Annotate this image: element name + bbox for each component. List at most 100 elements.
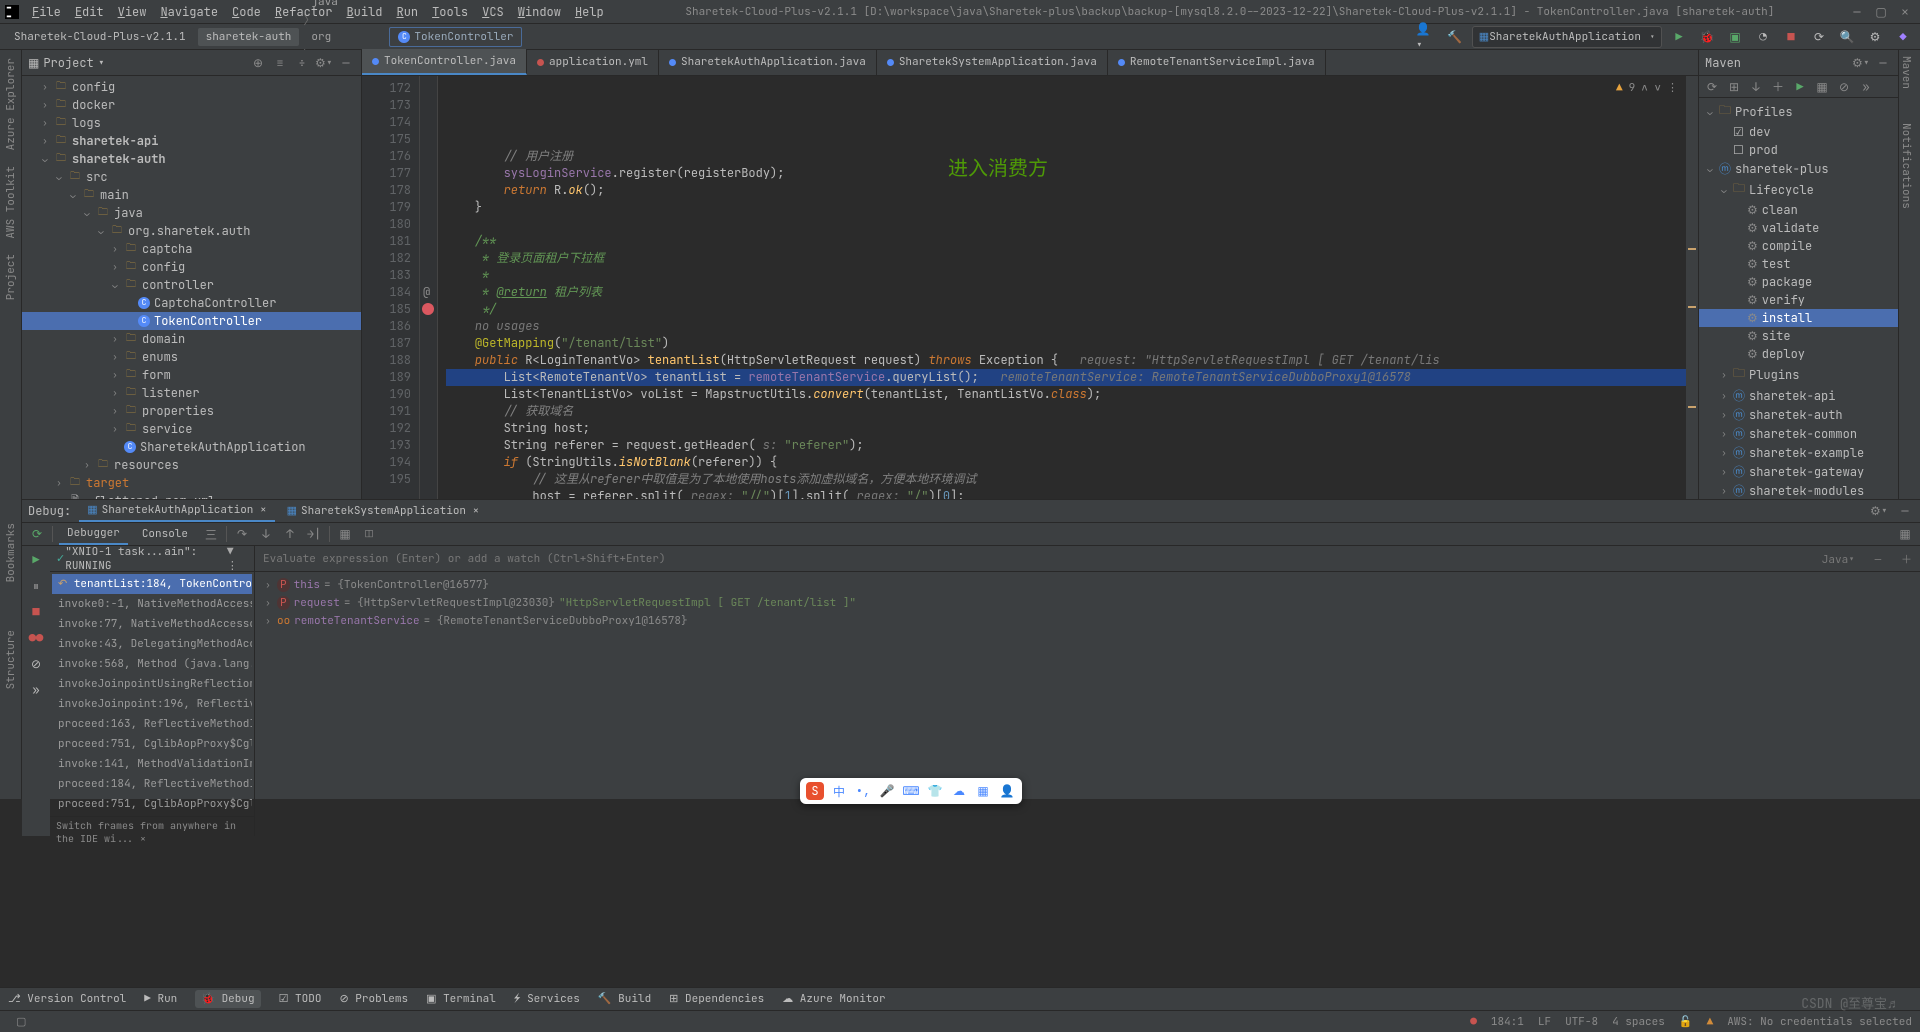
tree-item[interactable]: ›🗀sharetek-api xyxy=(22,132,361,150)
evaluate-icon[interactable]: ▦ xyxy=(336,525,354,543)
frame[interactable]: invoke:43, DelegatingMethodAccessorIm xyxy=(52,634,252,654)
debug-hide-icon[interactable]: — xyxy=(1896,502,1914,520)
editor-tab[interactable]: SharetekSystemApplication.java xyxy=(877,49,1108,75)
maven-item[interactable]: ⌄ⓜ sharetek-plus xyxy=(1699,159,1898,178)
bottom-todo[interactable]: ☑ TODO xyxy=(279,990,322,1008)
debug-icon[interactable]: 🐞 xyxy=(1696,26,1718,48)
tree-item[interactable]: ⌄🗀sharetek-auth xyxy=(22,150,361,168)
tab-console[interactable]: Console xyxy=(134,524,196,544)
step-into-icon[interactable]: ↓ xyxy=(257,525,275,543)
tree-item[interactable]: ›🗀properties xyxy=(22,402,361,420)
bottom-services[interactable]: ⚡ Services xyxy=(514,990,580,1008)
ime-toolbar[interactable]: S 中 •, 🎤 ⌨ 👕 ☁ ▦ 👤 xyxy=(800,778,1022,804)
settings-icon[interactable]: ⚙ xyxy=(1864,26,1886,48)
step-over-icon[interactable]: ↷ xyxy=(233,525,251,543)
aws-status[interactable]: AWS: No credentials selected xyxy=(1727,1015,1912,1029)
bottom-debug[interactable]: 🐞 Debug xyxy=(195,990,260,1008)
run-maven-icon[interactable]: ▶ xyxy=(1791,78,1809,96)
bc-submodule[interactable]: sharetek-auth xyxy=(198,28,300,46)
tree-item[interactable]: ›🗀domain xyxy=(22,330,361,348)
bc-class[interactable]: CTokenController xyxy=(389,27,522,47)
bottom-problems[interactable]: ⊘ Problems xyxy=(339,990,408,1008)
stop-icon[interactable]: ■ xyxy=(1780,26,1802,48)
expr-lang[interactable]: Java xyxy=(1822,553,1848,567)
search-icon[interactable]: 🔍 xyxy=(1836,26,1858,48)
tree-item[interactable]: CCaptchaController xyxy=(22,294,361,312)
tree-item[interactable]: 🗎.flattened-pom.xml xyxy=(22,492,361,499)
view-bp-icon[interactable]: ●● xyxy=(26,628,46,648)
tree-item[interactable]: ›🗀resources xyxy=(22,456,361,474)
tree-item[interactable]: ⌄🗀java xyxy=(22,204,361,222)
more-icon[interactable]: ⋮ xyxy=(1667,80,1678,97)
maven-item[interactable]: ☐ prod xyxy=(1699,141,1898,159)
rerun-icon[interactable]: ⟳ xyxy=(28,525,46,543)
ime-grid-icon[interactable]: ▦ xyxy=(974,782,992,800)
tree-item[interactable]: ›🗀logs xyxy=(22,114,361,132)
add-icon[interactable]: ＋ xyxy=(1769,78,1787,96)
tree-item[interactable]: ›🗀config xyxy=(22,78,361,96)
collapse-icon[interactable]: ÷ xyxy=(293,54,311,72)
project-title[interactable]: ▦ Project ▾ xyxy=(28,55,249,71)
maximize-icon[interactable]: ▢ xyxy=(1874,5,1888,19)
tab-debugger[interactable]: Debugger xyxy=(59,523,128,545)
tree-item[interactable]: ⌄🗀controller xyxy=(22,276,361,294)
expr-input[interactable]: Evaluate expression (Enter) or add a wat… xyxy=(263,552,666,566)
resume-icon[interactable]: ▶ xyxy=(26,550,46,570)
gear-icon[interactable]: ⚙▾ xyxy=(315,54,333,72)
maven-item[interactable]: ›ⓜ sharetek-gateway xyxy=(1699,462,1898,481)
maven-item[interactable]: ⚙ test xyxy=(1699,255,1898,273)
maven-item[interactable]: ⚙ install xyxy=(1699,309,1898,327)
maven-item[interactable]: ›ⓜ sharetek-api xyxy=(1699,386,1898,405)
variable[interactable]: › P request = {HttpServletRequestImpl@23… xyxy=(259,594,1916,612)
tree-item[interactable]: ›🗀target xyxy=(22,474,361,492)
maven-item[interactable]: ⚙ package xyxy=(1699,273,1898,291)
ime-keyboard-icon[interactable]: ⌨ xyxy=(902,782,920,800)
frame[interactable]: proceed:751, CglibAopProxy$CglibMeth xyxy=(52,734,252,754)
editor-tab[interactable]: RemoteTenantServiceImpl.java xyxy=(1108,49,1326,75)
tree-item[interactable]: ›🗀service xyxy=(22,420,361,438)
maven-item[interactable]: ⚙ site xyxy=(1699,327,1898,345)
layout-icon[interactable]: ▦ xyxy=(1896,525,1914,543)
analyze-icon[interactable]: » xyxy=(1857,78,1875,96)
reload-icon[interactable]: ⟳ xyxy=(1703,78,1721,96)
threads-icon[interactable]: 三 xyxy=(202,525,220,543)
generate-icon[interactable]: ⊞ xyxy=(1725,78,1743,96)
trace-icon[interactable]: ◫ xyxy=(360,525,378,543)
rail-project[interactable]: Project xyxy=(4,250,18,304)
vcs-update-icon[interactable]: ⟳ xyxy=(1808,26,1830,48)
thread-name[interactable]: "XNIO-1 task...ain": RUNNING xyxy=(65,545,227,573)
maven-item[interactable]: ⚙ compile xyxy=(1699,237,1898,255)
ime-punct-icon[interactable]: •, xyxy=(854,782,872,800)
tree-item[interactable]: ›🗀form xyxy=(22,366,361,384)
tree-item[interactable]: ›🗀enums xyxy=(22,348,361,366)
ime-mic-icon[interactable]: 🎤 xyxy=(878,782,896,800)
error-stripe[interactable] xyxy=(1686,76,1698,499)
maven-gear-icon[interactable]: ⚙▾ xyxy=(1852,54,1870,72)
bc-seg[interactable]: org xyxy=(303,28,385,46)
rail-maven[interactable]: Maven xyxy=(1899,50,1913,93)
minimize-icon[interactable]: — xyxy=(1850,5,1864,19)
encoding[interactable]: UTF-8 xyxy=(1565,1015,1598,1029)
debug-config-tab[interactable]: ▦ SharetekAuthApplication × xyxy=(79,500,274,522)
maven-item[interactable]: ›ⓜ sharetek-common xyxy=(1699,424,1898,443)
maven-item[interactable]: ⚙ deploy xyxy=(1699,345,1898,363)
tree-item[interactable]: ›🗀config xyxy=(22,258,361,276)
maven-item[interactable]: ⌄🗀 Lifecycle xyxy=(1699,178,1898,201)
line-sep[interactable]: LF xyxy=(1538,1015,1551,1029)
bottom-run[interactable]: ▶ Run xyxy=(144,990,177,1008)
tree-item[interactable]: CTokenController xyxy=(22,312,361,330)
frame[interactable]: ↶ tenantList:184, TokenController (org.s… xyxy=(52,574,252,594)
maven-item[interactable]: ⚙ verify xyxy=(1699,291,1898,309)
exec-icon[interactable]: ▦ xyxy=(1813,78,1831,96)
variable[interactable]: › P this = {TokenController@16577} xyxy=(259,576,1916,594)
layout-settings-icon[interactable]: » xyxy=(26,680,46,700)
tree-item[interactable]: ⌄🗀main xyxy=(22,186,361,204)
hammer-icon[interactable]: 🔨 xyxy=(1444,26,1466,48)
tree-item[interactable]: ›🗀docker xyxy=(22,96,361,114)
tree-item[interactable]: ⌄🗀src xyxy=(22,168,361,186)
toggle-offline-icon[interactable]: ⊘ xyxy=(1835,78,1853,96)
frame[interactable]: proceed:163, ReflectiveMethodInvocation xyxy=(52,714,252,734)
debug-config-tab[interactable]: ▦ SharetekSystemApplication × xyxy=(279,500,488,522)
code[interactable]: 进入消费方 ▲9 ∧ ∨ ⋮ // 用户注册 sysLoginService.r… xyxy=(438,76,1686,499)
maven-title[interactable]: Maven xyxy=(1705,55,1852,71)
